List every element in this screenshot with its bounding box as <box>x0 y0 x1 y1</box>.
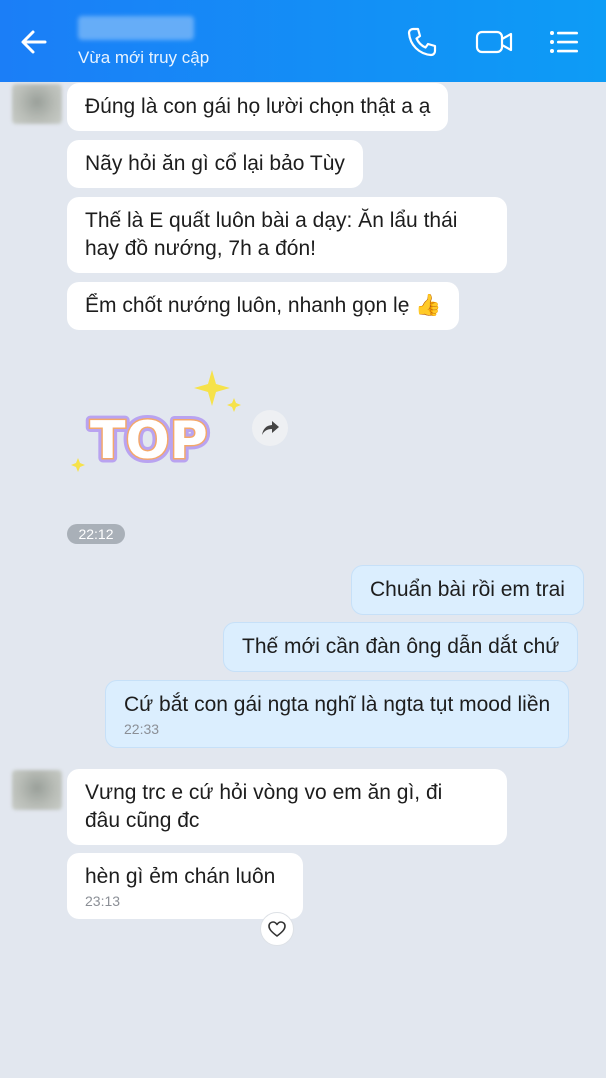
message-text: Nãy hỏi ăn gì cổ lại bảo Tùy <box>85 152 345 175</box>
avatar[interactable] <box>12 770 62 810</box>
share-button[interactable] <box>252 410 288 446</box>
message-bubble[interactable]: Vưng trc e cứ hỏi vòng vo em ăn gì, đi đ… <box>67 769 507 845</box>
menu-button[interactable] <box>546 24 582 60</box>
heart-icon <box>268 921 286 937</box>
message-text: Vưng trc e cứ hỏi vòng vo em ăn gì, đi <box>85 781 443 804</box>
message-text: Chuẩn bài rồi em trai <box>370 578 565 601</box>
message-text: Thế là E quất luôn bài a dạy: Ăn lẩu thá… <box>85 209 458 232</box>
sticker-top[interactable]: TOP TOP <box>66 366 246 486</box>
arrow-left-icon <box>21 30 47 54</box>
message-text: đâu cũng đc <box>85 809 200 832</box>
message-bubble[interactable]: Nãy hỏi ăn gì cổ lại bảo Tùy <box>67 140 363 188</box>
message-text: Cứ bắt con gái ngta nghĩ là ngta tụt moo… <box>124 693 551 716</box>
call-button[interactable] <box>404 24 440 60</box>
message-bubble[interactable]: Thế là E quất luôn bài a dạy: Ăn lẩu thá… <box>67 197 507 273</box>
message-bubble-outgoing[interactable]: Thế mới cần đàn ông dẫn dắt chứ <box>223 622 579 672</box>
phone-icon <box>407 27 437 57</box>
message-bubble[interactable]: hèn gì ẻm chán luôn 23:13 <box>67 853 303 919</box>
time-divider: 22:12 <box>67 524 125 544</box>
message-bubble-outgoing[interactable]: Cứ bắt con gái ngta nghĩ là ngta tụt moo… <box>105 680 570 748</box>
list-menu-icon <box>550 31 578 53</box>
message-text: Đúng là con gái họ lười chọn thật a ạ <box>85 95 431 118</box>
sticker-label-outline: TOP <box>90 411 208 471</box>
message-bubble[interactable]: Ểm chốt nướng luôn, nhanh gọn lẹ 👍 <box>67 282 460 330</box>
react-button[interactable] <box>260 912 294 946</box>
message-bubble-outgoing[interactable]: Chuẩn bài rồi em trai <box>351 565 584 615</box>
video-call-button[interactable] <box>474 24 514 60</box>
message-time: 22:33 <box>124 721 160 737</box>
contact-name[interactable] <box>78 16 194 40</box>
share-arrow-icon <box>262 421 279 435</box>
chat-header: Vừa mới truy cập <box>0 0 606 82</box>
message-text: Thế mới cần đàn ông dẫn dắt chứ <box>242 635 560 658</box>
message-text: hay đồ nướng, 7h a đón! <box>85 237 316 260</box>
back-button[interactable] <box>18 26 50 58</box>
message-time: 23:13 <box>85 893 121 909</box>
avatar[interactable] <box>12 84 62 124</box>
message-text: Ểm chốt nướng luôn, nhanh gọn lẹ 👍 <box>85 294 442 317</box>
message-text: hèn gì ẻm chán luôn <box>85 865 276 888</box>
video-camera-icon <box>475 30 513 54</box>
message-bubble[interactable]: Đúng là con gái họ lười chọn thật a ạ <box>67 83 449 131</box>
contact-status: Vừa mới truy cập <box>78 48 210 67</box>
